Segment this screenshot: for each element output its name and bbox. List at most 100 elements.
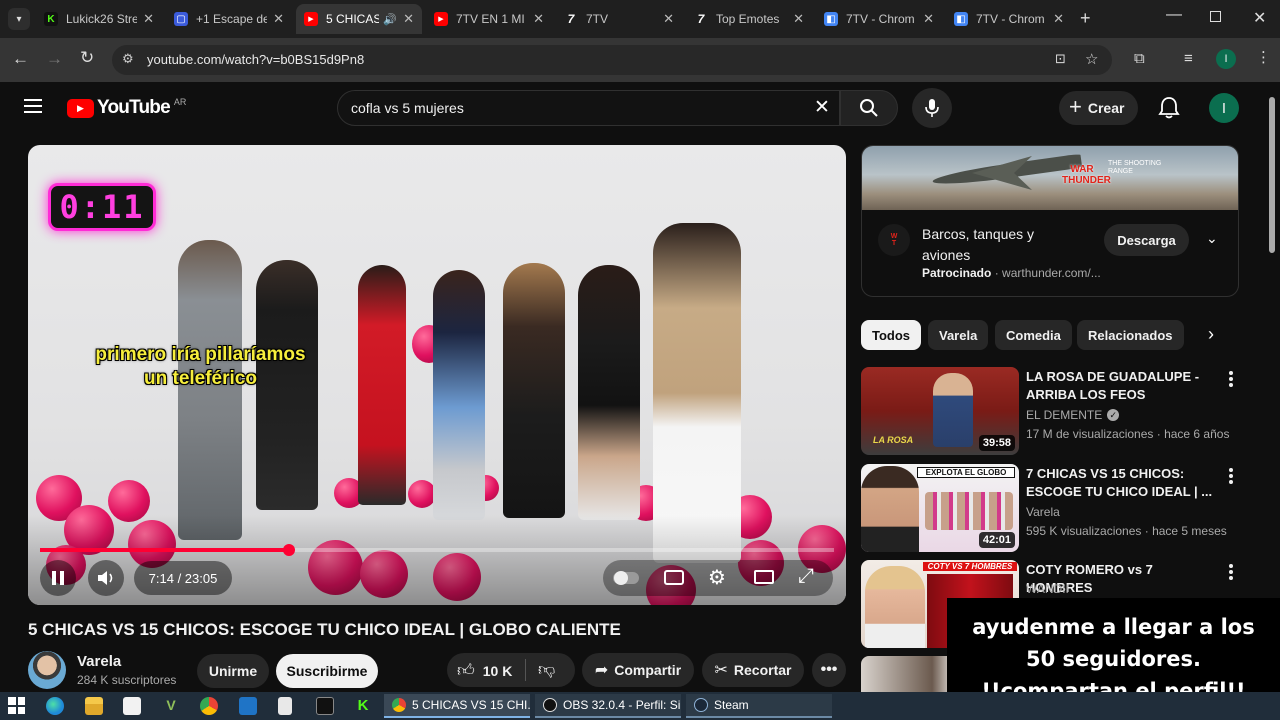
media-app-icon[interactable] <box>316 697 334 715</box>
profile-avatar[interactable]: I <box>1216 49 1236 69</box>
more-actions-button[interactable]: ••• <box>812 653 846 687</box>
video-player[interactable]: 0:11 primero iría pillaríamos un telefér… <box>28 145 846 605</box>
browser-tab[interactable]: K Lukick26 Stre ✕ <box>36 4 162 34</box>
browser-tab[interactable]: 7 Top Emotes ✕ <box>686 4 812 34</box>
media-control-icon[interactable]: ≡ <box>1184 50 1193 67</box>
clip-button[interactable]: ✂ Recortar <box>702 653 804 687</box>
extensions-icon[interactable]: ⧉ <box>1134 50 1145 67</box>
channel-avatar[interactable] <box>28 651 66 689</box>
chip-comedia[interactable]: Comedia <box>995 320 1072 350</box>
youtube-play-icon: ▶ <box>67 98 94 118</box>
settings-gear-icon[interactable]: ⚙ <box>708 565 726 590</box>
theater-mode-icon[interactable] <box>754 570 774 584</box>
volume-button[interactable] <box>88 560 124 596</box>
close-tab-icon[interactable]: ✕ <box>793 11 804 27</box>
edge-icon[interactable] <box>46 697 64 715</box>
more-options-icon[interactable] <box>1229 564 1233 580</box>
store-icon[interactable] <box>123 697 141 715</box>
browser-tab[interactable]: ◧ 7TV - Chrom ✕ <box>816 4 942 34</box>
voice-search-button[interactable] <box>912 88 952 128</box>
person <box>433 270 485 520</box>
search-input[interactable]: cofla vs 5 mujeres ✕ <box>337 90 840 126</box>
fullscreen-icon[interactable]: ⤢ <box>798 565 814 588</box>
chip-varela[interactable]: Varela <box>928 320 989 350</box>
url-text[interactable]: youtube.com/watch?v=b0BS15d9Pn8 <box>147 52 364 67</box>
chevron-right-icon[interactable]: › <box>1208 324 1214 345</box>
close-window-icon[interactable]: ✕ <box>1253 8 1266 28</box>
browser-tab[interactable]: ▢ +1 Escape de ✕ <box>166 4 292 34</box>
more-options-icon[interactable] <box>1229 468 1233 484</box>
ad-banner-image[interactable]: WAR THUNDER THE SHOOTING RANGE <box>862 146 1238 210</box>
browser-tab[interactable]: 7 7TV ✕ <box>556 4 682 34</box>
new-tab-icon[interactable]: + <box>1080 8 1091 29</box>
close-tab-icon[interactable]: ✕ <box>663 11 674 27</box>
progress-scrubber[interactable] <box>282 544 295 556</box>
chevron-down-icon[interactable]: ⌄ <box>1206 230 1218 247</box>
close-tab-icon[interactable]: ✕ <box>143 11 154 27</box>
progress-bar[interactable] <box>40 544 834 556</box>
address-bar[interactable]: ⚙ youtube.com/watch?v=b0BS15d9Pn8 ⊡ ☆ <box>112 45 1112 75</box>
recommendation-title[interactable]: 7 CHICAS VS 15 CHICOS: ESCOGE TU CHICO I… <box>1026 465 1216 501</box>
recommendation-channel[interactable]: EL DEMENTE ✓ <box>1026 408 1120 422</box>
app-v-icon[interactable]: V <box>162 697 180 715</box>
ad-card[interactable]: WAR THUNDER THE SHOOTING RANGE WT Barcos… <box>861 145 1239 297</box>
close-tab-icon[interactable]: ✕ <box>533 11 544 27</box>
forward-icon[interactable]: → <box>46 49 63 69</box>
person <box>578 265 640 520</box>
browser-tab-active[interactable]: ▶ 5 CHICAS 🔊 ✕ <box>296 4 422 34</box>
chrome-icon[interactable] <box>200 697 218 715</box>
hamburger-menu-icon[interactable] <box>24 99 42 113</box>
taskbar-app-obs[interactable]: OBS 32.0.4 - Perfil: Si... <box>535 694 681 718</box>
taskbar-app-steam[interactable]: Steam <box>686 694 832 718</box>
close-tab-icon[interactable]: ✕ <box>923 11 934 27</box>
subscribe-button[interactable]: Suscribirme <box>276 654 378 688</box>
file-explorer-icon[interactable] <box>85 697 103 715</box>
chip-todos[interactable]: Todos <box>861 320 922 350</box>
install-app-icon[interactable]: ⊡ <box>1055 51 1066 67</box>
more-options-icon[interactable] <box>1229 371 1233 387</box>
autoplay-toggle[interactable] <box>613 571 639 585</box>
recommendation-thumbnail[interactable]: EXPLOTA EL GLOBO 42:01 <box>861 464 1019 552</box>
close-tab-icon[interactable]: ✕ <box>403 11 414 27</box>
speaker-icon[interactable]: 🔊 <box>383 13 397 26</box>
share-button[interactable]: ➦ Compartir <box>582 653 694 687</box>
kick-app-icon[interactable]: K <box>354 697 372 715</box>
recommendation-title[interactable]: LA ROSA DE GUADALUPE - ARRIBA LOS FEOS <box>1026 368 1216 404</box>
restore-icon[interactable] <box>1210 11 1221 22</box>
join-button[interactable]: Unirme <box>197 654 269 688</box>
dislike-button[interactable]: 👎︎ <box>538 659 555 680</box>
minimize-icon[interactable]: — <box>1166 6 1182 24</box>
like-button[interactable]: 👍︎ 10 K <box>457 660 512 681</box>
page-scrollbar[interactable] <box>1269 97 1275 253</box>
recommendation-thumbnail[interactable]: LA ROSA 39:58 <box>861 367 1019 455</box>
browser-tab[interactable]: ▶ 7TV EN 1 MI ✕ <box>426 4 552 34</box>
clear-search-icon[interactable]: ✕ <box>814 96 830 119</box>
back-icon[interactable]: ← <box>12 49 29 69</box>
site-settings-icon[interactable]: ⚙ <box>122 51 134 67</box>
recommendation-channel[interactable]: Varela <box>1026 505 1060 519</box>
account-avatar[interactable]: I <box>1209 93 1239 123</box>
mail-icon[interactable] <box>239 697 257 715</box>
recommendation-channel[interactable]: WANDII <box>1026 582 1069 596</box>
document-icon[interactable] <box>278 697 292 715</box>
browser-tab[interactable]: ◧ 7TV - Chrom ✕ <box>946 4 1072 34</box>
close-tab-icon[interactable]: ✕ <box>273 11 284 27</box>
create-button[interactable]: + Crear <box>1059 91 1139 125</box>
youtube-logo[interactable]: ▶ YouTube AR <box>67 97 186 119</box>
notifications-bell-icon[interactable] <box>1158 96 1180 125</box>
browser-menu-icon[interactable]: ⋮ <box>1256 48 1271 66</box>
start-windows-icon[interactable] <box>8 697 25 714</box>
ad-title[interactable]: Barcos, tanques y aviones <box>922 224 1082 266</box>
search-button[interactable] <box>840 90 898 126</box>
pause-button[interactable] <box>40 560 76 596</box>
tab-search-dropdown[interactable]: ▾ <box>8 8 30 30</box>
reload-icon[interactable]: ↻ <box>80 48 94 68</box>
taskbar-app-chrome[interactable]: 5 CHICAS VS 15 CHI... <box>384 694 530 718</box>
channel-name[interactable]: Varela <box>77 653 121 670</box>
chip-relacionados[interactable]: Relacionados <box>1077 320 1184 350</box>
bookmark-star-icon[interactable]: ☆ <box>1085 50 1098 68</box>
ad-download-button[interactable]: Descarga <box>1104 224 1189 256</box>
close-tab-icon[interactable]: ✕ <box>1053 11 1064 27</box>
subscriber-count: 284 K suscriptores <box>77 673 177 687</box>
subtitles-icon[interactable] <box>664 570 684 585</box>
